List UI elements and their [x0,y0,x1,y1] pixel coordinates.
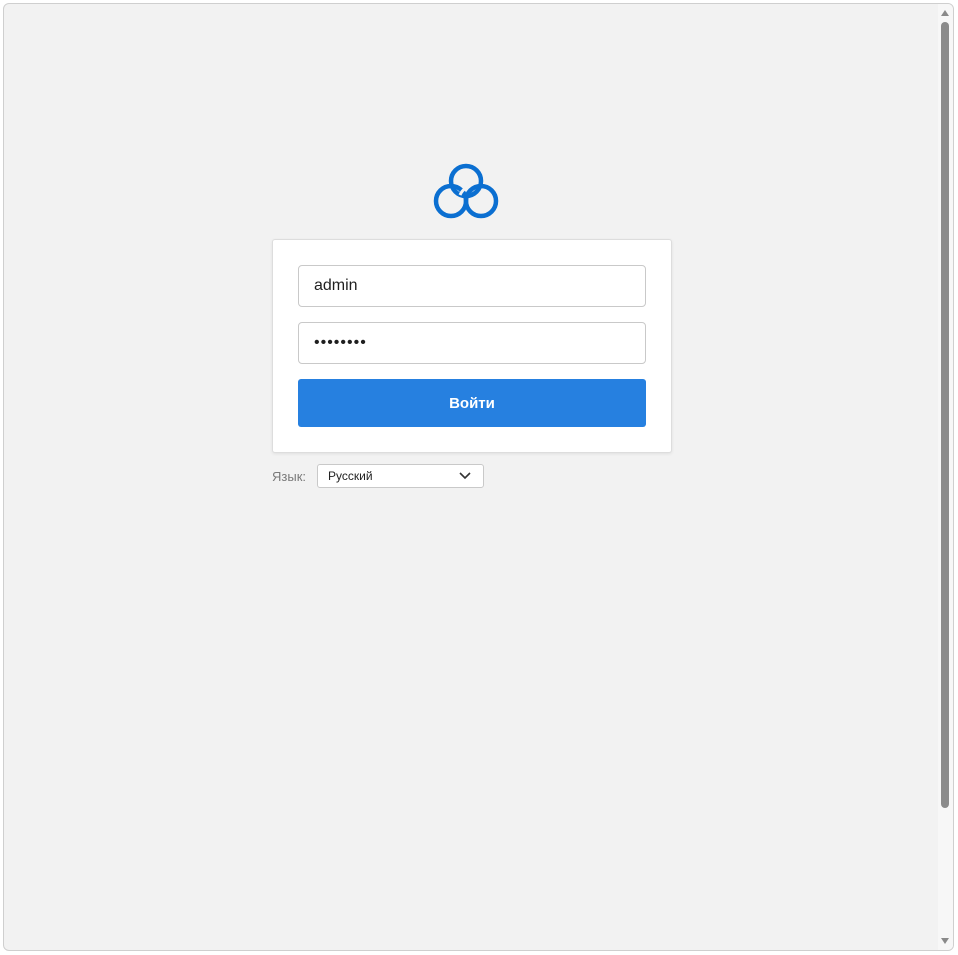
chevron-down-icon [459,472,471,480]
login-button-label: Войти [449,394,495,412]
language-selected-value: Русский [328,469,373,483]
password-value: •••••••• [314,334,367,351]
scroll-up-icon[interactable] [941,10,949,16]
browser-window: admin •••••••• Войти Язык: Русский [3,3,954,951]
scroll-down-icon[interactable] [941,938,949,944]
scroll-thumb[interactable] [941,22,949,808]
login-button[interactable]: Войти [298,379,646,427]
language-select[interactable]: Русский [317,464,484,488]
login-card: admin •••••••• Войти [272,239,672,453]
language-label: Язык: [272,468,306,484]
language-row: Язык: Русский [272,464,484,488]
cloud-logo-icon [433,163,499,219]
vertical-scrollbar[interactable] [938,4,953,950]
username-field[interactable]: admin [298,265,646,307]
username-value: admin [314,277,358,294]
password-field[interactable]: •••••••• [298,322,646,364]
